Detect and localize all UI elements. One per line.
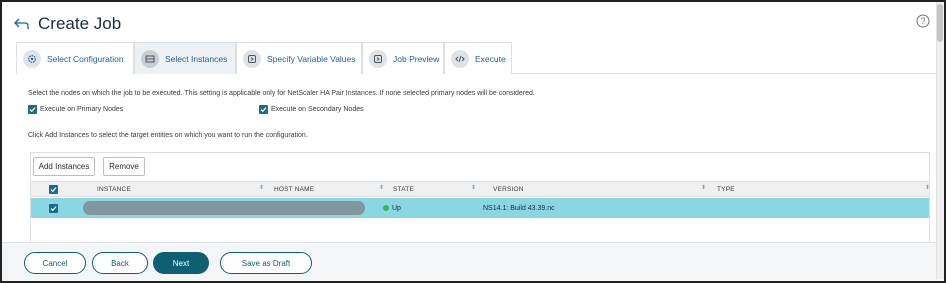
tab-select-instances[interactable]: Select Instances [134, 42, 236, 74]
tab-label: Select Instances [165, 53, 228, 64]
add-instances-button[interactable]: Add Instances [33, 157, 95, 176]
save-as-draft-button[interactable]: Save as Draft [220, 252, 312, 274]
primary-nodes-option[interactable]: Execute on Primary Nodes [28, 105, 123, 114]
tab-specify-variable-values[interactable]: Specify Variable Values [236, 42, 362, 74]
sort-icon[interactable]: ⬍ [701, 185, 706, 191]
table-row[interactable]: Up NS14.1: Build 43.39.nc [31, 198, 929, 218]
column-header-type[interactable]: TYPE [717, 182, 735, 197]
checkbox-checked-icon[interactable] [28, 105, 37, 114]
table-header: INSTANCE ⬍ HOST NAME ⬍ STATE ⬍ VERSION ⬍… [31, 181, 930, 197]
sort-icon[interactable]: ⬍ [379, 185, 384, 191]
back-arrow-icon[interactable] [14, 15, 32, 33]
row-checkbox[interactable] [49, 198, 58, 218]
preview-icon [369, 49, 387, 68]
next-button[interactable]: Next [153, 252, 209, 274]
state-text: Up [392, 204, 401, 212]
tab-label: Select Configuration [47, 53, 124, 64]
column-header-state[interactable]: STATE [393, 182, 414, 197]
tab-execute[interactable]: Execute [444, 42, 512, 74]
variables-icon [243, 49, 261, 68]
secondary-nodes-label: Execute on Secondary Nodes [271, 106, 364, 113]
add-instances-hint: Click Add Instances to select the target… [28, 132, 308, 139]
remove-button[interactable]: Remove [103, 157, 145, 176]
tab-select-configuration[interactable]: Select Configuration [16, 42, 134, 74]
wizard-footer: Cancel Back Next Save as Draft [2, 242, 936, 279]
scrollbar-thumb[interactable] [937, 4, 943, 42]
svg-text:?: ? [920, 16, 925, 26]
secondary-nodes-option[interactable]: Execute on Secondary Nodes [259, 105, 364, 114]
page-title: Create Job [38, 14, 122, 33]
tab-label: Specify Variable Values [267, 53, 356, 64]
table-toolbar: Add Instances Remove [31, 153, 929, 181]
select-all-checkbox[interactable] [49, 182, 58, 197]
page-header: Create Job [14, 12, 121, 36]
status-up-icon [383, 205, 389, 211]
checkbox-checked-icon[interactable] [259, 105, 268, 114]
vertical-scrollbar[interactable] [936, 2, 944, 279]
cell-version: NS14.1: Build 43.39.nc [483, 204, 555, 212]
instances-table: Add Instances Remove INSTANCE ⬍ HOST NAM… [30, 152, 930, 244]
column-header-instance[interactable]: INSTANCE [97, 182, 131, 197]
cancel-button[interactable]: Cancel [24, 252, 86, 274]
checkbox-checked-icon[interactable] [49, 203, 58, 213]
wizard-tabs: Select Configuration Select Instances Sp… [16, 42, 936, 74]
column-header-version[interactable]: VERSION [493, 182, 524, 197]
checkbox-checked-icon[interactable] [49, 185, 58, 194]
column-header-host-name[interactable]: HOST NAME [274, 182, 314, 197]
tab-job-preview[interactable]: Job Preview [362, 42, 444, 74]
cell-state: Up [383, 198, 401, 218]
primary-nodes-label: Execute on Primary Nodes [40, 106, 124, 113]
redacted-instance-and-host [83, 201, 365, 215]
gear-icon [23, 49, 41, 68]
instances-icon [141, 49, 159, 68]
sort-icon[interactable]: ⬍ [925, 185, 930, 191]
page: Create Job ? Select Configuration Select… [2, 2, 936, 279]
instances-section: Select the nodes on which the job to be … [16, 74, 936, 244]
sort-icon[interactable]: ⬍ [471, 185, 476, 191]
back-button[interactable]: Back [92, 252, 148, 274]
tab-label: Job Preview [393, 53, 440, 64]
help-icon[interactable]: ? [916, 14, 932, 30]
code-icon [451, 49, 469, 68]
sort-icon[interactable]: ⬍ [259, 185, 264, 191]
nodes-description: Select the nodes on which the job to be … [28, 90, 535, 97]
tab-label: Execute [475, 53, 506, 64]
